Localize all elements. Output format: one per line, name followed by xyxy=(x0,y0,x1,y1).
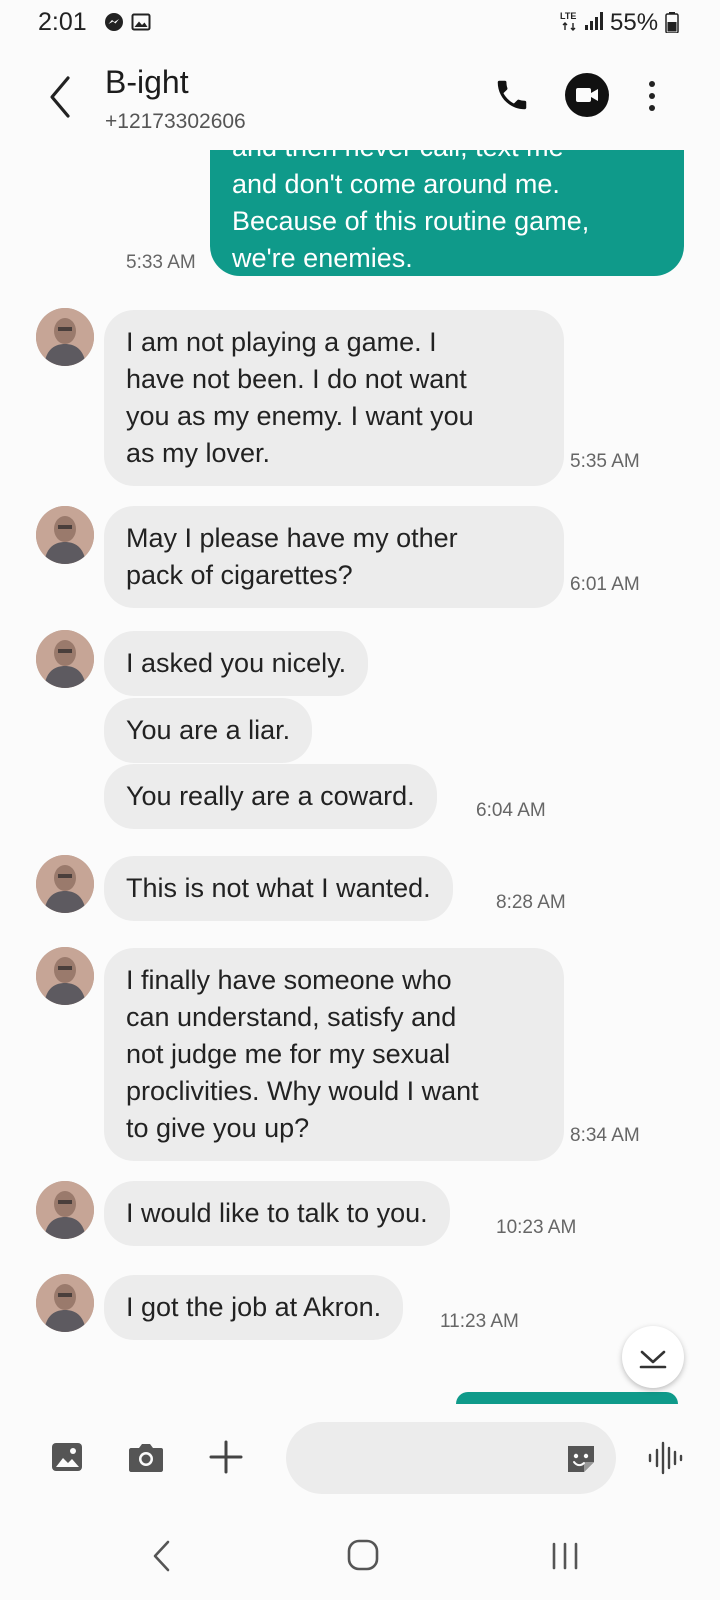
message-timestamp: 6:04 AM xyxy=(476,800,546,821)
messenger-icon xyxy=(105,13,123,31)
contact-avatar[interactable] xyxy=(36,506,94,564)
message-line: to give you up? xyxy=(126,1113,310,1143)
battery-percentage: 55% xyxy=(610,9,659,36)
message-line: You really are a coward. xyxy=(126,781,415,811)
person-photo-icon xyxy=(36,630,94,688)
camera-icon[interactable] xyxy=(127,1440,165,1474)
scroll-to-bottom-button[interactable] xyxy=(622,1326,684,1388)
message-line: I got the job at Akron. xyxy=(126,1292,382,1322)
gallery-notification-icon xyxy=(131,13,151,31)
person-photo-icon xyxy=(36,506,94,564)
incoming-message-bubble[interactable]: You are a liar. xyxy=(104,698,313,763)
status-time: 2:01 xyxy=(38,8,87,36)
message-timestamp: 10:23 AM xyxy=(496,1217,577,1238)
message-line: May I please have my other xyxy=(126,523,458,553)
outgoing-message-bubble-peek[interactable] xyxy=(456,1392,678,1404)
phone-icon[interactable] xyxy=(493,76,531,114)
sticker-icon[interactable] xyxy=(564,1442,598,1476)
message-line: as my lover. xyxy=(126,438,271,468)
message-line: I finally have someone who xyxy=(126,965,452,995)
message-line: and don't come around me. xyxy=(232,169,560,199)
message-line: I am not playing a game. I xyxy=(126,327,437,357)
person-photo-icon xyxy=(36,308,94,366)
conversation-header: B-ight +12173302606 xyxy=(0,48,720,150)
message-line: have not been. I do not want xyxy=(126,364,467,394)
incoming-message-bubble[interactable]: I am not playing a game. I have not been… xyxy=(104,310,564,486)
contact-avatar[interactable] xyxy=(36,1181,94,1239)
svg-text:LTE: LTE xyxy=(560,11,576,21)
message-composer xyxy=(0,1404,720,1514)
person-photo-icon xyxy=(36,1274,94,1332)
contact-avatar[interactable] xyxy=(36,947,94,1005)
message-line: can understand, satisfy and xyxy=(126,1002,457,1032)
message-line: Because of this routine game, xyxy=(232,206,590,236)
more-vert-icon[interactable] xyxy=(646,78,658,114)
plus-icon[interactable] xyxy=(207,1438,245,1476)
contact-avatar[interactable] xyxy=(36,855,94,913)
contact-avatar[interactable] xyxy=(36,630,94,688)
message-timestamp: 5:35 AM xyxy=(570,451,640,472)
chevron-down-icon xyxy=(639,1350,667,1369)
incoming-message-bubble[interactable]: I finally have someone who can understan… xyxy=(104,948,564,1161)
person-photo-icon xyxy=(36,1181,94,1239)
message-line: pack of cigarettes? xyxy=(126,560,353,590)
message-timestamp: 6:01 AM xyxy=(570,574,640,595)
message-list[interactable]: and then never call, text me and don't c… xyxy=(0,150,720,1402)
contact-avatar[interactable] xyxy=(36,1274,94,1332)
lte-icon: LTE xyxy=(560,11,576,31)
back-arrow-icon[interactable] xyxy=(44,74,76,120)
nav-recents-icon[interactable] xyxy=(550,1540,580,1572)
message-line: proclivities. Why would I want xyxy=(126,1076,479,1106)
contact-avatar[interactable] xyxy=(36,308,94,366)
contact-name[interactable]: B-ight xyxy=(105,64,189,101)
nav-home-icon[interactable] xyxy=(346,1538,380,1572)
message-timestamp: 8:34 AM xyxy=(570,1125,640,1146)
voice-waveform-icon[interactable] xyxy=(646,1440,684,1476)
person-photo-icon xyxy=(36,855,94,913)
message-line: and then never call, text me xyxy=(232,150,662,166)
person-photo-icon xyxy=(36,947,94,1005)
status-bar: 2:01 LTE 55% xyxy=(0,0,720,48)
message-timestamp: 8:28 AM xyxy=(496,892,566,913)
incoming-message-bubble[interactable]: You really are a coward. xyxy=(104,764,437,829)
message-line: not judge me for my sexual xyxy=(126,1039,451,1069)
message-line: This is not what I wanted. xyxy=(126,873,431,903)
incoming-message-bubble[interactable]: This is not what I wanted. xyxy=(104,856,453,921)
incoming-message-bubble[interactable]: I would like to talk to you. xyxy=(104,1181,450,1246)
message-line: I would like to talk to you. xyxy=(126,1198,428,1228)
battery-icon xyxy=(665,12,679,33)
incoming-message-bubble[interactable]: I got the job at Akron. xyxy=(104,1275,404,1340)
video-call-icon[interactable] xyxy=(564,72,610,118)
incoming-message-bubble[interactable]: I asked you nicely. xyxy=(104,631,369,696)
message-timestamp: 11:23 AM xyxy=(440,1311,519,1332)
outgoing-message-bubble[interactable]: and then never call, text me and don't c… xyxy=(210,150,684,276)
system-navigation-bar xyxy=(0,1514,720,1600)
signal-icon xyxy=(585,12,603,30)
message-line: you as my enemy. I want you xyxy=(126,401,474,431)
message-line: I asked you nicely. xyxy=(126,648,347,678)
message-line: You are a liar. xyxy=(126,715,291,745)
message-timestamp: 5:33 AM xyxy=(126,252,196,273)
image-icon[interactable] xyxy=(50,1440,84,1474)
contact-number: +12173302606 xyxy=(105,110,246,133)
nav-back-icon[interactable] xyxy=(150,1538,172,1574)
message-line: we're enemies. xyxy=(232,243,413,273)
incoming-message-bubble[interactable]: May I please have my other pack of cigar… xyxy=(104,506,564,608)
